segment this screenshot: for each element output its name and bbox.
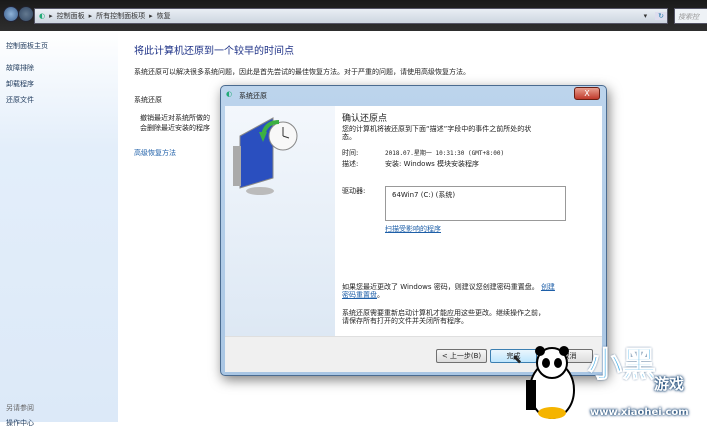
section-text: 撤销最近对系统所做的	[140, 114, 210, 122]
sidebar-item-uninstall[interactable]: 卸载程序	[6, 79, 34, 89]
time-value: 2018.07.星期一 10:31:30 (GMT+8:00)	[385, 150, 505, 157]
sidebar-item-restore-files[interactable]: 还原文件	[6, 95, 34, 105]
scan-affected-programs-link[interactable]: 扫描受影响的程序	[385, 224, 441, 234]
breadcrumb-item[interactable]: 控制面板	[57, 11, 85, 21]
drive-list[interactable]: 64Win7 (C:) (系统)	[385, 186, 566, 221]
breadcrumb-item[interactable]: 所有控制面板项	[96, 11, 145, 21]
dropdown-icon[interactable]: ▾	[644, 12, 648, 20]
window-toolbar: ◐ ▸ 控制面板 ▸ 所有控制面板项 ▸ 恢复 ▾ ↻ 搜索控	[0, 0, 707, 31]
dialog-illustration-panel	[225, 106, 335, 336]
control-panel-icon: ◐	[39, 12, 46, 20]
watermark-brand-mark: 小黑	[588, 345, 657, 386]
password-text-end: 。	[377, 291, 384, 299]
sidebar: 控制面板主页 故障排除 卸载程序 还原文件 另请参阅 操作中心	[0, 31, 118, 427]
system-restore-dialog: ◐ 系统还原 X 确认还原点 您的计算机将被还原到下面“描述”字段中的事件之前所…	[220, 85, 607, 376]
panda-mascot-icon	[526, 346, 575, 419]
watermark-logo: 小黑 游戏 www.xiaohei.com	[522, 335, 707, 422]
drive-item[interactable]: 64Win7 (C:) (系统)	[392, 191, 455, 199]
description-label: 描述:	[342, 160, 359, 168]
address-bar[interactable]: ◐ ▸ 控制面板 ▸ 所有控制面板项 ▸ 恢复 ▾ ↻	[34, 8, 668, 24]
see-also-label: 另请参阅	[6, 404, 34, 412]
subtitle: 您的计算机将被还原到下面“描述”字段中的事件之前所处的状	[342, 125, 532, 133]
watermark-games: 游戏	[654, 375, 685, 393]
forward-nav-button[interactable]	[18, 6, 34, 22]
time-label: 时间:	[342, 149, 359, 157]
close-button[interactable]: X	[574, 87, 600, 100]
create-reset-disk-link[interactable]: 创建	[541, 283, 555, 291]
refresh-icon[interactable]: ↻	[655, 12, 667, 20]
back-button[interactable]: < 上一步(B)	[436, 349, 487, 363]
sidebar-item-troubleshoot[interactable]: 故障排除	[6, 63, 34, 73]
confirm-heading: 确认还原点	[342, 114, 388, 124]
section-title: 系统还原	[134, 96, 162, 104]
back-nav-button[interactable]	[3, 6, 19, 22]
restore-monitor-icon	[233, 117, 298, 195]
dialog-content: 确认还原点 您的计算机将被还原到下面“描述”字段中的事件之前所处的状 态。 时间…	[335, 106, 602, 336]
mouse-cursor-icon: ⬉	[512, 352, 523, 366]
section-text: 会删除最近安装的程序	[140, 124, 210, 132]
search-input[interactable]: 搜索控	[674, 8, 707, 24]
page-title: 将此计算机还原到一个较早的时间点	[134, 46, 294, 57]
dialog-title: 系统还原	[239, 92, 267, 100]
page-description: 系统还原可以解决很多系统问题，因此是首先尝试的最佳恢复方法。对于严重的问题，请使…	[134, 68, 470, 76]
create-reset-disk-link-2[interactable]: 密码重置盘	[342, 291, 377, 299]
breadcrumb-item[interactable]: 恢复	[157, 11, 171, 21]
watermark-url: www.xiaohei.com	[590, 407, 689, 418]
advanced-recovery-link[interactable]: 高级恢复方法	[134, 148, 176, 158]
drive-label: 驱动器:	[342, 187, 366, 195]
subtitle: 态。	[342, 133, 356, 141]
sidebar-item-home[interactable]: 控制面板主页	[6, 41, 48, 51]
sidebar-item-action-center[interactable]: 操作中心	[6, 418, 34, 428]
description-value: 安装: Windows 模块安装程序	[385, 160, 480, 168]
system-restore-icon: ◐	[226, 90, 233, 98]
restart-text: 请保存所有打开的文件并关闭所有程序。	[342, 317, 468, 325]
